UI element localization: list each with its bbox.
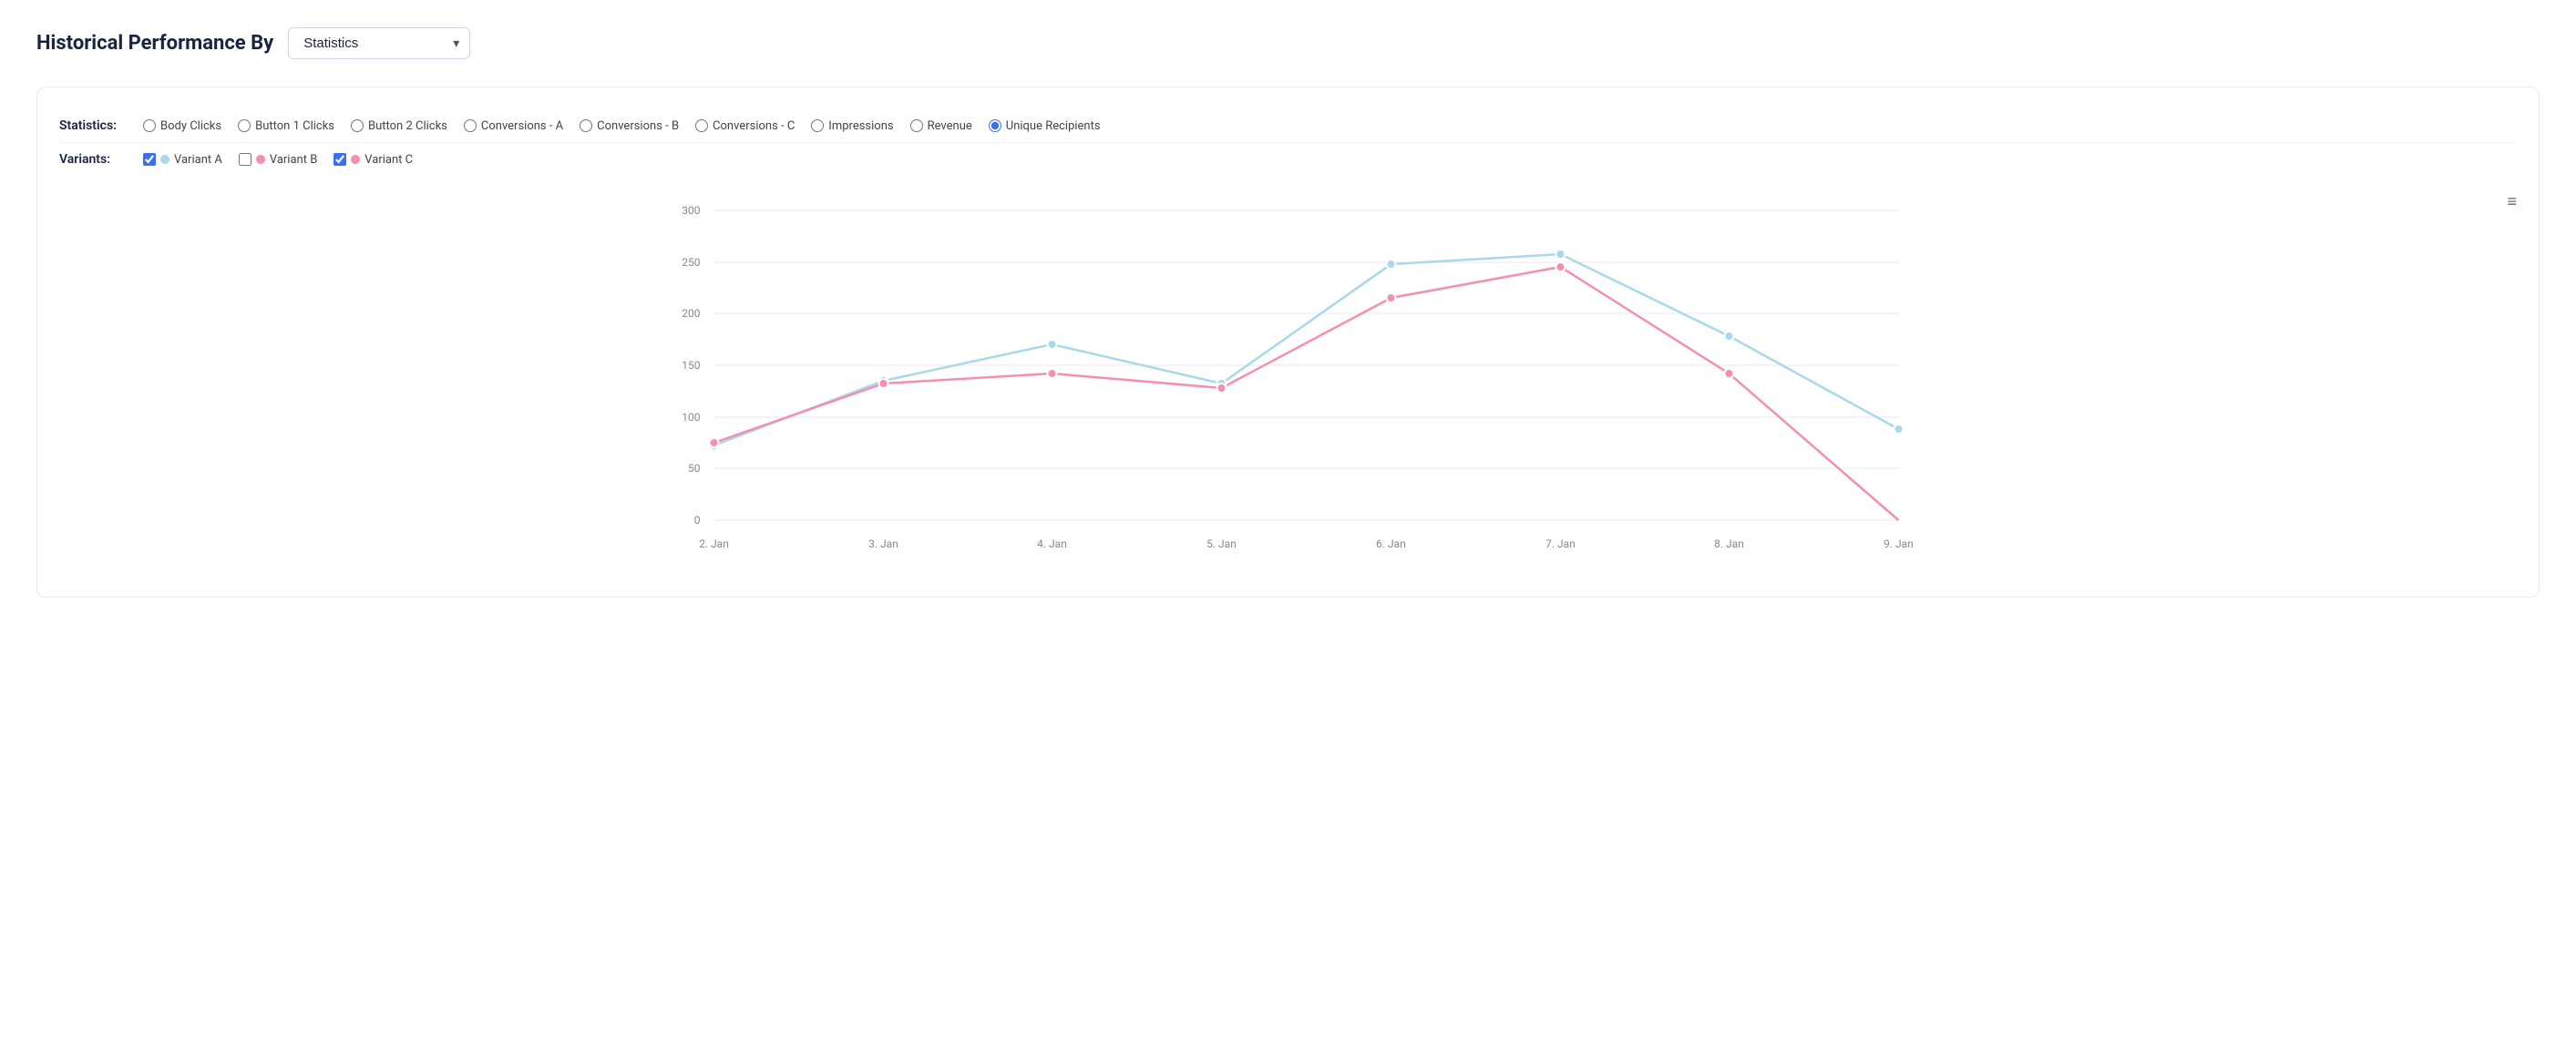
dot-a-6 xyxy=(1725,332,1734,341)
radio-conversions-a[interactable]: Conversions - A xyxy=(464,119,563,133)
dot-c-5 xyxy=(1556,262,1565,271)
page-header: Historical Performance By Statistics Rev… xyxy=(36,27,2540,59)
x-label-6jan: 6. Jan xyxy=(1376,537,1406,550)
radio-revenue-input[interactable] xyxy=(910,119,923,132)
chart-area: ≡ 300 250 200 150 100 50 xyxy=(59,192,2517,578)
checkbox-variant-c[interactable]: Variant C xyxy=(334,153,413,167)
radio-impressions[interactable]: Impressions xyxy=(811,119,893,133)
page-title: Historical Performance By xyxy=(36,32,273,55)
y-label-250: 250 xyxy=(682,256,700,269)
variant-a-label: Variant A xyxy=(174,153,222,167)
statistics-filter-row: Statistics: Body Clicks Button 1 Clicks … xyxy=(59,109,2517,142)
checkbox-variant-a[interactable]: Variant A xyxy=(143,153,222,167)
radio-conversions-b[interactable]: Conversions - B xyxy=(580,119,679,133)
checkbox-variant-a-input[interactable] xyxy=(143,153,156,166)
radio-impressions-label: Impressions xyxy=(828,119,893,133)
radio-button2-clicks[interactable]: Button 2 Clicks xyxy=(351,119,447,133)
statistics-dropdown[interactable]: Statistics Revenue Conversions xyxy=(288,27,470,59)
radio-revenue-label: Revenue xyxy=(928,119,972,133)
x-label-7jan: 7. Jan xyxy=(1545,537,1575,550)
variants-filter-row: Variants: Variant A Variant B Variant C xyxy=(59,142,2517,176)
radio-conversions-c-input[interactable] xyxy=(695,119,708,132)
statistics-label: Statistics: xyxy=(59,118,132,133)
radio-conversions-b-label: Conversions - B xyxy=(597,119,679,133)
radio-body-clicks-input[interactable] xyxy=(143,119,156,132)
variant-c-label: Variant C xyxy=(364,153,413,167)
radio-conversions-a-input[interactable] xyxy=(464,119,477,132)
radio-unique-recipients[interactable]: Unique Recipients xyxy=(989,119,1101,133)
y-label-300: 300 xyxy=(682,204,700,217)
radio-unique-recipients-input[interactable] xyxy=(989,119,1001,132)
x-label-4jan: 4. Jan xyxy=(1037,537,1067,550)
dot-c-4 xyxy=(1387,293,1396,302)
y-label-0: 0 xyxy=(694,514,701,527)
variant-a-dot xyxy=(160,155,169,164)
radio-impressions-input[interactable] xyxy=(811,119,824,132)
radio-conversions-c-label: Conversions - C xyxy=(713,119,795,133)
x-label-9jan: 9. Jan xyxy=(1883,537,1914,550)
statistics-radio-group: Body Clicks Button 1 Clicks Button 2 Cli… xyxy=(143,119,1101,133)
radio-button1-clicks-input[interactable] xyxy=(238,119,251,132)
y-label-150: 150 xyxy=(682,359,700,372)
variant-b-label: Variant B xyxy=(270,153,317,167)
radio-unique-recipients-label: Unique Recipients xyxy=(1006,119,1101,133)
dot-a-5 xyxy=(1556,250,1565,259)
dot-c-6 xyxy=(1725,369,1734,378)
variant-c-dot xyxy=(351,155,360,164)
y-label-200: 200 xyxy=(682,307,700,320)
radio-body-clicks-label: Body Clicks xyxy=(160,119,221,133)
y-label-50: 50 xyxy=(688,462,701,475)
radio-button2-clicks-input[interactable] xyxy=(351,119,364,132)
x-label-8jan: 8. Jan xyxy=(1714,537,1744,550)
checkbox-variant-b[interactable]: Variant B xyxy=(239,153,317,167)
chart-container: Statistics: Body Clicks Button 1 Clicks … xyxy=(36,87,2540,598)
dot-c-3 xyxy=(1217,384,1226,393)
radio-button2-clicks-label: Button 2 Clicks xyxy=(368,119,447,133)
statistics-dropdown-wrapper[interactable]: Statistics Revenue Conversions ▾ xyxy=(288,27,470,59)
checkbox-variant-b-input[interactable] xyxy=(239,153,251,166)
variants-label: Variants: xyxy=(59,152,132,167)
variants-checkbox-group: Variant A Variant B Variant C xyxy=(143,153,413,167)
dot-a-7 xyxy=(1894,425,1904,434)
radio-conversions-a-label: Conversions - A xyxy=(481,119,563,133)
checkbox-variant-c-input[interactable] xyxy=(334,153,346,166)
dot-a-2 xyxy=(1048,340,1057,349)
x-label-3jan: 3. Jan xyxy=(868,537,898,550)
radio-body-clicks[interactable]: Body Clicks xyxy=(143,119,221,133)
radio-revenue[interactable]: Revenue xyxy=(910,119,972,133)
dot-a-4 xyxy=(1387,260,1396,269)
x-label-5jan: 5. Jan xyxy=(1206,537,1237,550)
dot-c-0 xyxy=(710,438,719,447)
chart-svg: 300 250 200 150 100 50 0 2. Jan 3. Jan 4 xyxy=(59,192,2517,575)
x-label-2jan: 2. Jan xyxy=(699,537,729,550)
chart-menu-icon[interactable]: ≡ xyxy=(2507,192,2517,211)
y-label-100: 100 xyxy=(682,411,700,424)
dot-c-2 xyxy=(1048,369,1057,378)
dot-c-1 xyxy=(879,379,888,388)
variant-b-dot xyxy=(256,155,265,164)
radio-conversions-c[interactable]: Conversions - C xyxy=(695,119,795,133)
series-c-line xyxy=(714,267,1899,520)
radio-conversions-b-input[interactable] xyxy=(580,119,592,132)
filters-section: Statistics: Body Clicks Button 1 Clicks … xyxy=(59,109,2517,176)
radio-button1-clicks-label: Button 1 Clicks xyxy=(255,119,334,133)
radio-button1-clicks[interactable]: Button 1 Clicks xyxy=(238,119,334,133)
